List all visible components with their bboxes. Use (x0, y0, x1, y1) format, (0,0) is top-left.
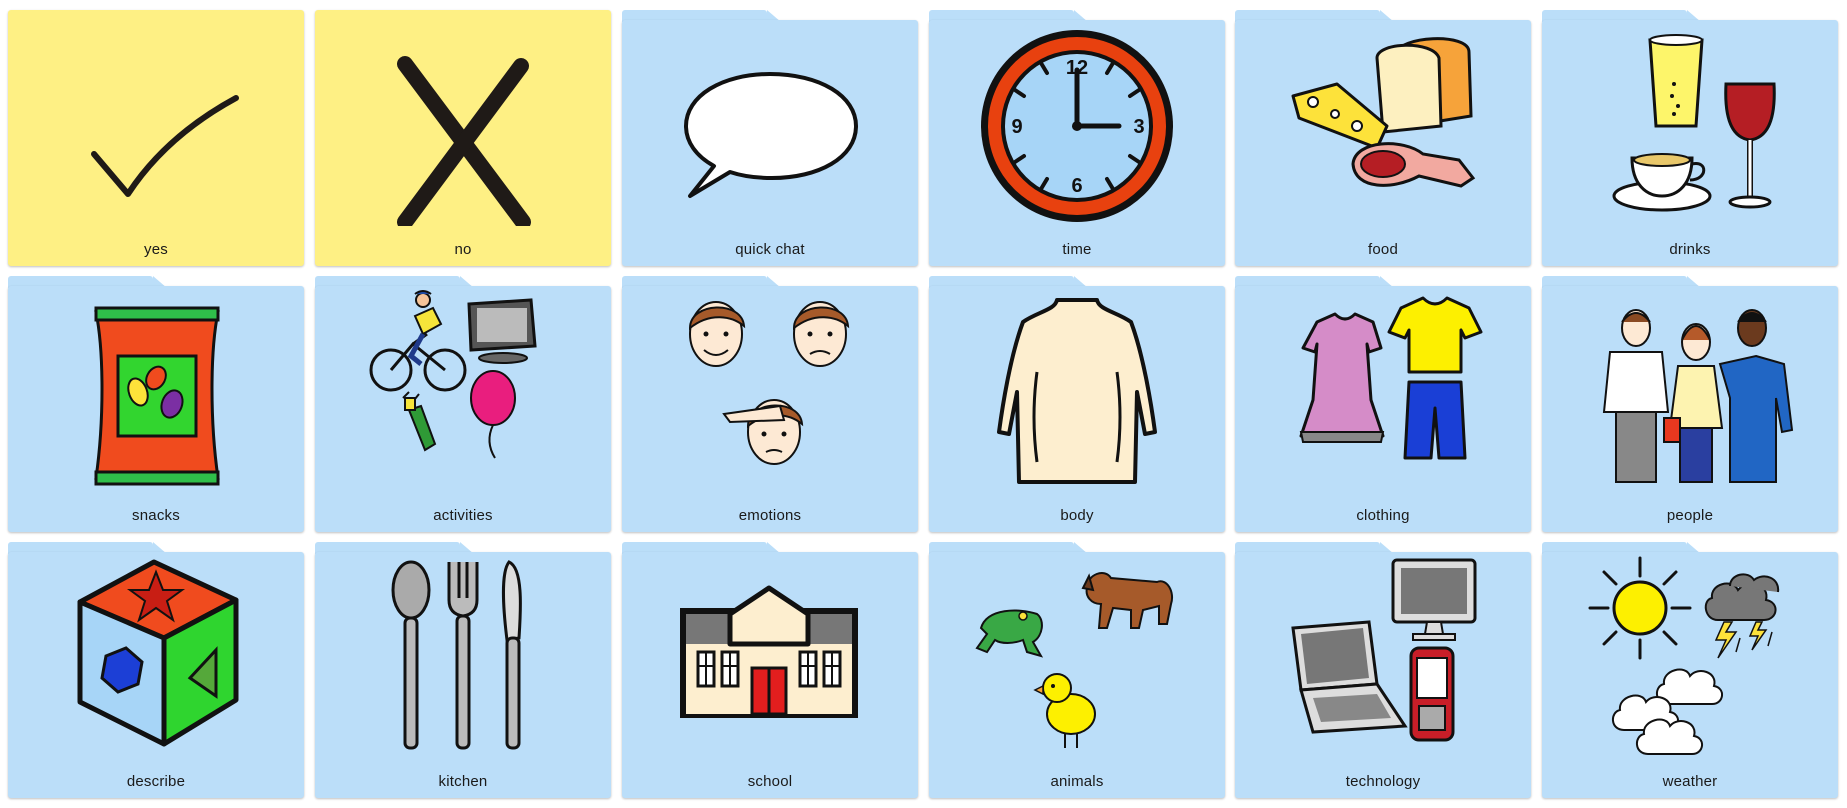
tile-label: kitchen (438, 773, 488, 790)
checkmark-icon (8, 16, 304, 236)
tile-label: emotions (738, 507, 802, 524)
people-icon (1542, 282, 1838, 502)
tile-label: no (454, 241, 472, 258)
tile-drinks[interactable]: drinks (1542, 10, 1838, 266)
tile-label: quick chat (735, 241, 805, 258)
tile-label: animals (1050, 773, 1104, 790)
school-building-icon (622, 548, 918, 768)
tile-time[interactable]: 12 3 6 9 time (929, 10, 1225, 266)
emotions-icon (622, 282, 918, 502)
tile-label: clothing (1356, 507, 1410, 524)
cutlery-icon (315, 548, 611, 768)
tile-label: activities (433, 507, 493, 524)
tile-quick-chat[interactable]: quick chat (622, 10, 918, 266)
tile-label: people (1666, 507, 1714, 524)
clothing-icon (1235, 282, 1531, 502)
tile-label: school (747, 773, 793, 790)
tile-snacks[interactable]: snacks (8, 276, 304, 532)
x-mark-icon (315, 16, 611, 236)
tile-people[interactable]: people (1542, 276, 1838, 532)
speech-bubble-icon (622, 16, 918, 236)
food-icon (1235, 14, 1531, 234)
tile-yes[interactable]: yes (8, 10, 304, 266)
weather-icon (1542, 548, 1838, 768)
shape-cube-icon (8, 548, 304, 768)
clock-number-9: 9 (1011, 116, 1022, 138)
tile-activities[interactable]: activities (315, 276, 611, 532)
tile-label: weather (1662, 773, 1718, 790)
tile-label: drinks (1669, 241, 1711, 258)
tile-label: time (1062, 241, 1092, 258)
activities-icon (315, 282, 611, 502)
body-icon (929, 282, 1225, 502)
technology-icon (1235, 548, 1531, 768)
communication-board: yes no quick chat 3 6 9 time food drinks… (0, 0, 1847, 808)
tile-label: food (1368, 241, 1398, 258)
clock-number-6: 6 (1071, 175, 1082, 197)
tile-label: describe (126, 773, 186, 790)
animals-icon (929, 548, 1225, 768)
tile-school[interactable]: school (622, 542, 918, 798)
tile-emotions[interactable]: emotions (622, 276, 918, 532)
tile-label: snacks (132, 507, 180, 524)
tile-describe[interactable]: describe (8, 542, 304, 798)
tile-label: yes (144, 241, 168, 258)
tile-weather[interactable]: weather (1542, 542, 1838, 798)
tile-food[interactable]: food (1235, 10, 1531, 266)
tile-technology[interactable]: technology (1235, 542, 1531, 798)
drinks-icon (1542, 14, 1838, 234)
tile-animals[interactable]: animals (929, 542, 1225, 798)
tile-body[interactable]: body (929, 276, 1225, 532)
tile-no[interactable]: no (315, 10, 611, 266)
tile-kitchen[interactable]: kitchen (315, 542, 611, 798)
tile-label: technology (1345, 773, 1421, 790)
clock-number-3: 3 (1133, 116, 1144, 138)
tile-clothing[interactable]: clothing (1235, 276, 1531, 532)
snacks-icon (8, 282, 304, 502)
tile-label: body (1060, 507, 1094, 524)
clock-icon: 12 3 6 9 (929, 16, 1225, 236)
